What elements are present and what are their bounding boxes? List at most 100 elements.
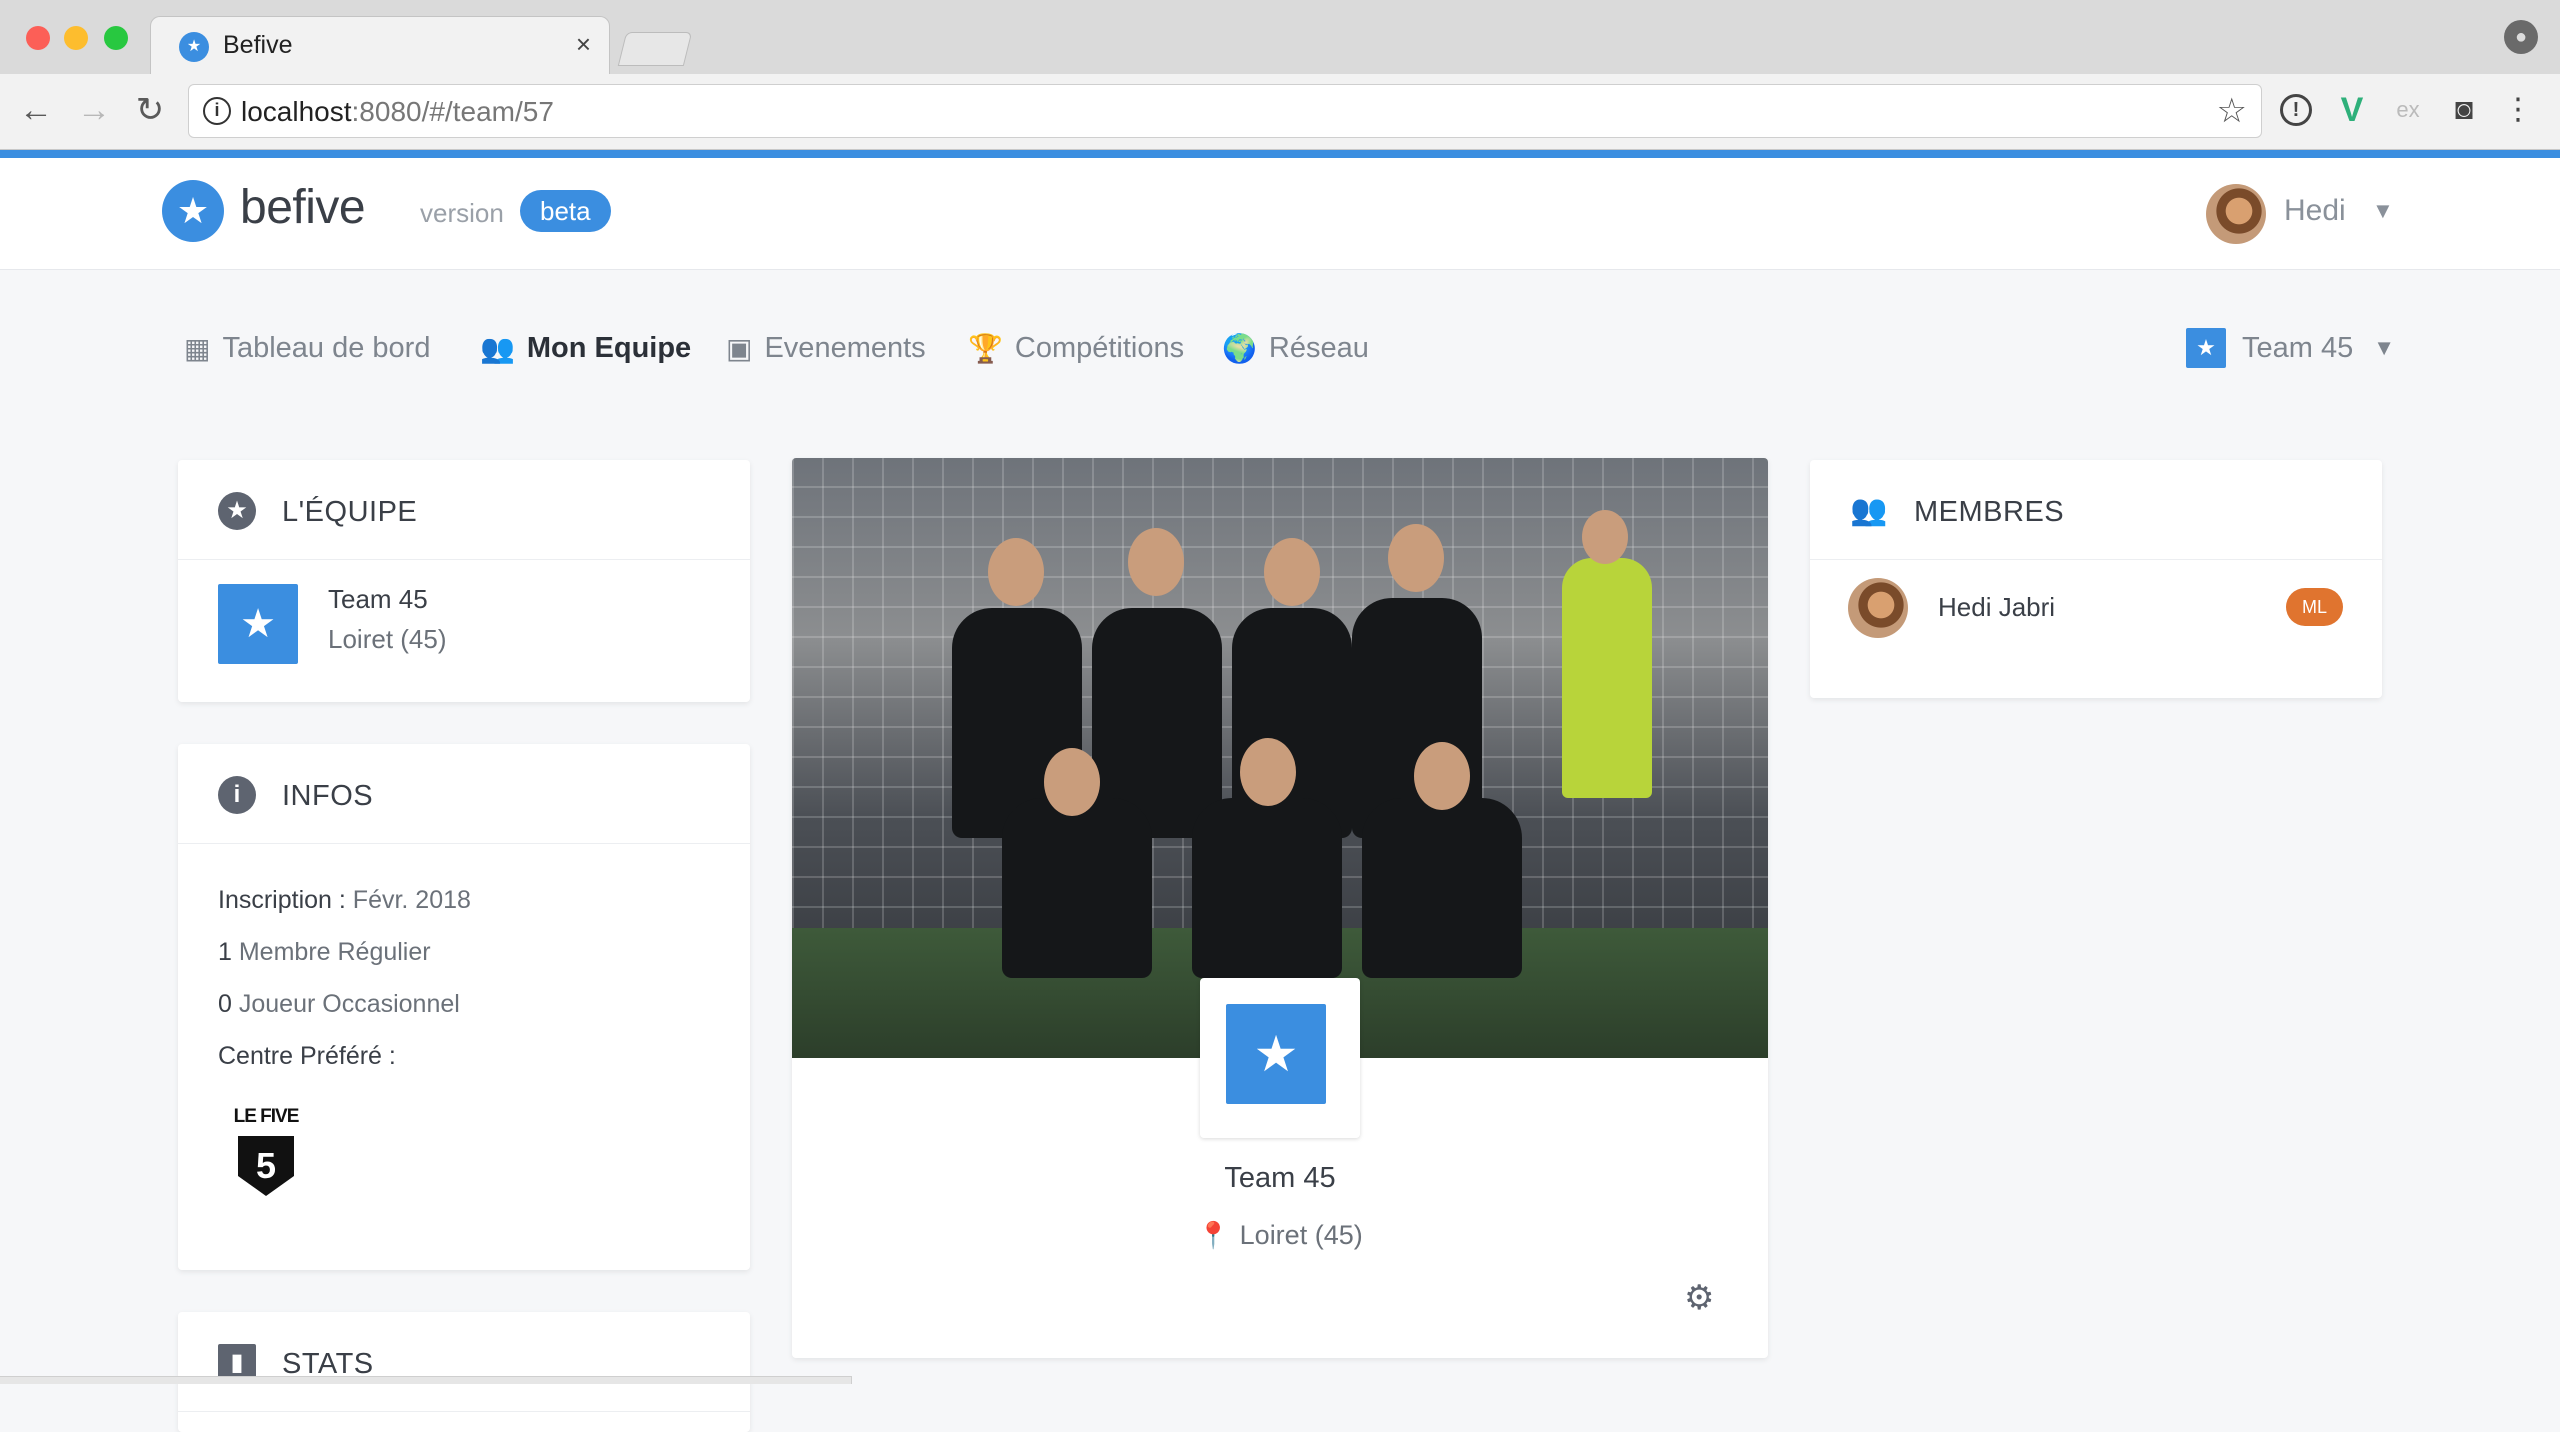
player-head [1264,538,1320,606]
close-window-button[interactable] [26,26,50,50]
membre-label: Membre Régulier [238,938,431,966]
browser-menu-icon[interactable]: ⋮ [2500,92,2536,128]
background-figure [1562,558,1652,798]
player-head [1044,748,1100,816]
caret-down-icon: ▼ [2373,335,2396,360]
lefive-logo-text: LE FIVE [234,1106,299,1127]
back-arrow-icon[interactable]: ← [14,88,58,132]
pocket-icon[interactable]: ◙ [2446,92,2482,128]
player-head [1582,510,1628,564]
browser-profile-icon[interactable]: ● [2504,20,2538,54]
nav-tableau-de-bord[interactable]: ▦ Tableau de bord [184,328,430,368]
befive-logo-icon[interactable]: ★ [162,180,224,242]
card-header: i INFOS [178,744,750,844]
version-label: version [420,198,504,228]
card-header: ▮ STATS [178,1312,750,1412]
member-avatar[interactable] [1848,578,1908,638]
player-figure [1192,798,1342,978]
joueur-label: Joueur Occasionnel [238,990,460,1018]
team-region: Loiret (45) [328,624,447,654]
card-title: L'ÉQUIPE [282,496,418,528]
player-head [1414,742,1470,810]
tab-strip: ★ Befive × ● [0,0,2560,74]
new-tab-button[interactable] [617,32,693,66]
url-path: :8080/#/team/57 [351,96,554,127]
nav-evenements[interactable]: ▣ Evenements [726,328,926,368]
vue-devtools-icon[interactable]: V [2334,92,2370,128]
membre-line: 1 Membre Régulier [218,938,431,967]
url-text[interactable]: localhost:8080/#/team/57 [241,96,554,128]
card-title: INFOS [282,780,374,812]
card-title: MEMBRES [1914,496,2065,528]
centre-label: Centre Préféré : [218,1042,396,1070]
maximize-window-button[interactable] [104,26,128,50]
stats-card: ▮ STATS [178,1312,750,1432]
equipe-card: ★ L'ÉQUIPE ★ Team 45 Loiret (45) [178,460,750,702]
inscription-value: Févr. 2018 [352,886,471,914]
player-figure [1002,798,1152,978]
minimize-window-button[interactable] [64,26,88,50]
player-head [988,538,1044,606]
nav-mon-equipe[interactable]: 👥 Mon Equipe [480,328,691,368]
map-pin-icon: 📍 [1197,1220,1230,1250]
group-icon: 👥 [1850,494,1888,527]
team-avatar: ★ [1200,978,1360,1138]
team-card-location: 📍 Loiret (45) [792,1220,1768,1251]
nav-label: Compétitions [1014,331,1185,364]
nav-label: Mon Equipe [526,331,692,364]
nav-reseau[interactable]: 🌍 Réseau [1222,328,1369,368]
member-name[interactable]: Hedi Jabri [1938,592,2055,623]
app-header: ★ befive version beta Hedi ▼ [0,158,2560,270]
nav-competitions[interactable]: 🏆 Compétitions [968,328,1184,368]
info-icon: i [218,776,256,814]
player-figure [1362,798,1522,978]
player-head [1240,738,1296,806]
user-avatar[interactable] [2206,184,2266,244]
url-host: localhost [241,96,352,127]
site-info-icon[interactable]: i [203,97,231,125]
ex-extension-icon[interactable]: ex [2390,92,2426,128]
calendar-icon: ▣ [726,332,753,364]
infos-card: i INFOS Inscription : Févr. 2018 1 Membr… [178,744,750,1270]
bookmark-star-icon[interactable]: ☆ [2217,91,2247,131]
team-card-name: Team 45 [1224,1162,1336,1194]
team-star-icon: ★ [1226,1004,1326,1104]
browser-toolbar: ← → ↻ i localhost:8080/#/team/57 ☆ ! V e… [0,74,2560,150]
star-circle-icon: ★ [218,492,256,530]
team-name: Team 45 [328,584,428,614]
team-star-icon: ★ [2186,328,2226,368]
status-bar [0,1376,852,1384]
dashboard-icon: ▦ [184,332,211,364]
nav-label: Tableau de bord [222,331,431,364]
address-bar[interactable]: i localhost:8080/#/team/57 ☆ [188,84,2262,138]
inscription-line: Inscription : Févr. 2018 [218,886,471,915]
gear-icon[interactable]: ⚙ [1684,1278,1714,1318]
reload-icon[interactable]: ↻ [128,88,172,132]
team-selector[interactable]: ★ Team 45 ▼ [2186,328,2395,368]
user-menu-name[interactable]: Hedi [2284,194,2346,228]
globe-icon: 🌍 [1222,332,1257,364]
browser-tab[interactable]: ★ Befive × [150,16,610,74]
member-role-badge: ML [2286,588,2344,626]
lefive-logo-number: 5 [256,1145,276,1186]
password-extension-icon[interactable]: ! [2280,94,2312,126]
befive-favicon-icon: ★ [179,32,209,62]
card-header: ★ L'ÉQUIPE [178,460,750,560]
tab-close-icon[interactable]: × [576,29,591,60]
forward-arrow-icon[interactable]: → [72,88,116,132]
tab-title: Befive [223,31,293,59]
joueur-line: 0 Joueur Occasionnel [218,990,460,1019]
team-selector-label: Team 45 [2242,331,2354,364]
nav-label: Réseau [1268,331,1369,364]
logo-text[interactable]: befive [240,180,366,235]
joueur-count: 0 [218,990,232,1018]
caret-down-icon[interactable]: ▼ [2372,198,2394,224]
browser-chrome: ★ Befive × ● ← → ↻ i localhost:8080/#/te… [0,0,2560,150]
membres-card: 👥 MEMBRES Hedi Jabri ML [1810,460,2382,698]
trophy-icon: 🏆 [968,332,1003,364]
location-text: Loiret (45) [1239,1220,1363,1250]
player-head [1388,524,1444,592]
nav-label: Evenements [764,331,926,364]
lefive-logo[interactable]: LE FIVE 5 [230,1104,302,1204]
inscription-label: Inscription : [218,886,346,914]
